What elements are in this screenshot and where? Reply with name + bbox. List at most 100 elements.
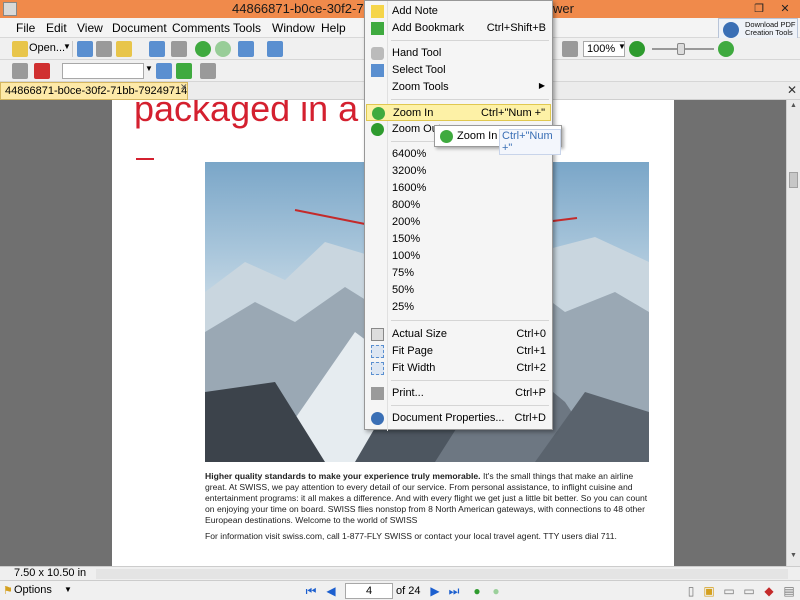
body-bold-lead: Higher quality standards to make your ex… [205,471,481,481]
page-count: of 24 [396,585,421,597]
tooltip-label: Zoom In [457,130,498,142]
menu-item-zoom-150[interactable]: 150% [366,231,551,248]
zoom-slider-thumb[interactable] [677,43,685,55]
zoom-in-tooltip-icon [440,130,453,143]
menu-item-fit-width[interactable]: Fit Width Ctrl+2 [366,360,551,377]
menu-item-select-tool[interactable]: Select Tool [366,62,551,79]
vertical-scrollbar[interactable]: ▲ ▼ [786,100,800,566]
redo-icon[interactable] [267,41,283,57]
menu-help[interactable]: Help [321,21,346,35]
close-document-icon[interactable]: ✕ [786,83,798,97]
menu-item-zoom-3200[interactable]: 3200% [366,163,551,180]
app-icon[interactable] [3,2,17,16]
forward-icon[interactable] [215,41,231,57]
page-number-input[interactable]: 4 [345,583,393,599]
zoom-dropdown-icon[interactable]: ▼ [618,42,626,51]
close-icon[interactable]: ✕ [772,0,798,18]
window-title-tail: wer [553,1,574,16]
properties-icon [371,412,384,425]
save-icon[interactable] [77,41,93,57]
menu-item-zoom-200[interactable]: 200% [366,214,551,231]
menu-item-add-bookmark[interactable]: Add Bookmark Ctrl+Shift+B [366,20,551,37]
pdf-icon[interactable]: ◆ [762,584,776,598]
page-view-icon[interactable] [562,41,578,57]
highlight-tool-icon[interactable] [200,63,216,79]
previous-page-icon[interactable]: ◀ [324,584,338,598]
menu-item-add-note[interactable]: Add Note [366,3,551,20]
menu-document[interactable]: Document [112,21,167,35]
print-icon[interactable] [96,41,112,57]
menu-item-actual-size[interactable]: Actual Size Ctrl+0 [366,326,551,343]
facing-view-icon[interactable]: ▭ [722,584,736,598]
nav-forward-icon[interactable]: ● [489,584,503,598]
tab-document-label: 44866871-b0ce-30f2-71bb-7924971473e8 [5,85,188,97]
link-icon[interactable] [12,63,28,79]
find-previous-icon[interactable] [156,63,172,79]
undo-icon[interactable] [238,41,254,57]
status-bar: 7.50 x 10.50 in [0,566,800,580]
menu-item-zoom-50[interactable]: 50% [366,282,551,299]
email-icon[interactable] [116,41,132,57]
menu-view[interactable]: View [77,21,103,35]
single-page-view-icon[interactable]: ▯ [684,584,698,598]
continuous-view-icon[interactable]: ▣ [702,584,716,598]
find-input[interactable] [62,63,144,79]
zoom-out-icon [371,123,384,136]
options-button[interactable]: Options [14,584,52,596]
menu-item-zoom-25[interactable]: 25% [366,299,551,316]
download-icon [723,22,739,38]
view-context-menu: Add Note Add Bookmark Ctrl+Shift+B Hand … [364,0,553,431]
horizontal-scrollbar[interactable] [96,569,788,579]
menu-item-zoom-100[interactable]: 100% [366,248,551,265]
tab-close-icon[interactable]: ✕ [180,82,188,93]
options-dropdown-icon[interactable]: ▼ [64,585,72,594]
menu-item-zoom-800[interactable]: 800% [366,197,551,214]
flag-icon: ⚑ [3,585,13,597]
scroll-up-icon[interactable]: ▲ [789,102,798,112]
menu-item-zoom-75[interactable]: 75% [366,265,551,282]
back-icon[interactable] [195,41,211,57]
hand-icon [371,47,384,60]
scroll-thumb[interactable] [789,172,798,188]
note-icon [371,5,384,18]
zoom-in-icon[interactable] [718,41,734,57]
open-button[interactable]: Open... [29,42,65,54]
find-next-icon[interactable] [176,63,192,79]
zoom-out-icon[interactable] [629,41,645,57]
bookmark-icon [371,22,384,35]
find-dropdown-icon[interactable]: ▼ [145,64,153,73]
menu-item-document-properties[interactable]: Document Properties... Ctrl+D [366,410,551,427]
continuous-facing-view-icon[interactable]: ▭ [742,584,756,598]
open-icon[interactable] [12,41,28,57]
menu-item-fit-page[interactable]: Fit Page Ctrl+1 [366,343,551,360]
window-title: 44866871-b0ce-30f2-71bb [232,1,386,16]
open-dropdown-icon[interactable]: ▼ [63,42,71,51]
abc-spellcheck-icon[interactable] [34,63,50,79]
download-pdf-tools-button[interactable]: Download PDF Creation Tools [718,18,798,40]
last-page-icon[interactable]: ⏭ [447,584,461,598]
zoom-in-icon [372,107,385,120]
print-icon [371,387,384,400]
menu-item-hand-tool[interactable]: Hand Tool [366,45,551,62]
headline: packaged in a [134,100,359,129]
menu-item-print[interactable]: Print... Ctrl+P [366,385,551,402]
menu-edit[interactable]: Edit [46,21,67,35]
select-icon [371,64,384,77]
nav-back-icon[interactable]: ● [470,584,484,598]
menu-window[interactable]: Window [272,21,315,35]
ocr-icon[interactable] [171,41,187,57]
headline-divider [136,158,154,160]
menu-item-zoom-in[interactable]: Zoom In Ctrl+"Num +" [366,104,551,121]
settings-icon[interactable]: ▤ [782,584,796,598]
tab-document[interactable]: 44866871-b0ce-30f2-71bb-7924971473e8 [0,82,188,100]
menu-item-zoom-tools[interactable]: Zoom Tools ▶ [366,79,551,96]
next-page-icon[interactable]: ▶ [428,584,442,598]
restore-icon[interactable]: ❐ [746,0,772,18]
menu-item-zoom-1600[interactable]: 1600% [366,180,551,197]
menu-file[interactable]: File [16,21,35,35]
menu-tools[interactable]: Tools [233,21,261,35]
menu-comments[interactable]: Comments [172,21,230,35]
scroll-down-icon[interactable]: ▼ [789,552,798,562]
first-page-icon[interactable]: ⏮ [304,584,318,598]
scan-icon[interactable] [149,41,165,57]
